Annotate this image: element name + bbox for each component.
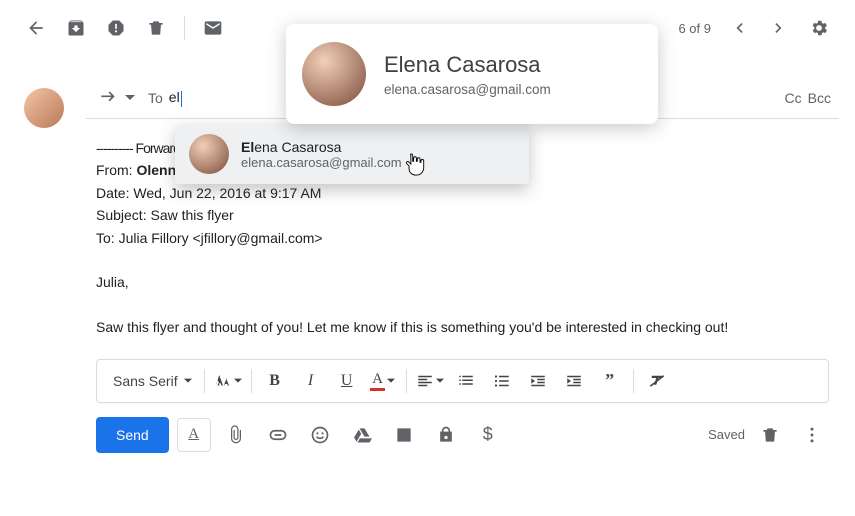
font-family-dropdown[interactable]: Sans Serif [103, 364, 198, 398]
bottom-row: Send A $ Saved [86, 403, 839, 463]
date-line: Date: Wed, Jun 22, 2016 at 9:17 AM [96, 182, 829, 204]
popover-name: Elena Casarosa [384, 52, 551, 78]
popover-avatar [302, 42, 366, 106]
underline-button[interactable]: U [330, 364, 364, 398]
archive-button[interactable] [56, 8, 96, 48]
discard-button[interactable] [753, 418, 787, 452]
popover-email: elena.casarosa@gmail.com [384, 82, 551, 97]
quote-button[interactable]: ” [593, 364, 627, 398]
original-to-line: To: Julia Fillory <jfillory@gmail.com> [96, 227, 829, 249]
separator [184, 16, 185, 40]
unordered-list-button[interactable] [485, 364, 519, 398]
back-button[interactable] [16, 8, 56, 48]
suggestion-name: Elena Casarosa [241, 139, 402, 155]
sender-avatar [24, 88, 64, 128]
message-counter: 6 of 9 [678, 21, 711, 36]
drive-button[interactable] [345, 418, 379, 452]
send-button[interactable]: Send [96, 417, 169, 453]
format-toolbar: Sans Serif B I U A ” [96, 359, 829, 403]
mark-unread-button[interactable] [193, 8, 233, 48]
font-size-button[interactable] [211, 364, 245, 398]
ordered-list-button[interactable] [449, 364, 483, 398]
delete-button[interactable] [136, 8, 176, 48]
suggestion-avatar [189, 134, 229, 174]
body-paragraph: Saw this flyer and thought of you! Let m… [96, 316, 829, 338]
bcc-link[interactable]: Bcc [808, 90, 831, 106]
newer-button[interactable] [759, 8, 799, 48]
to-input-value: el [169, 89, 180, 105]
indent-less-button[interactable] [521, 364, 555, 398]
reply-type-dropdown[interactable] [122, 93, 138, 103]
contact-popover: Elena Casarosa elena.casarosa@gmail.com [286, 24, 658, 124]
italic-button[interactable]: I [294, 364, 328, 398]
body-greeting: Julia, [96, 271, 829, 293]
saved-label: Saved [708, 427, 745, 442]
to-label: To [148, 90, 163, 106]
cc-link[interactable]: Cc [785, 90, 802, 106]
text-caret [181, 91, 182, 107]
link-button[interactable] [261, 418, 295, 452]
older-button[interactable] [719, 8, 759, 48]
align-button[interactable] [413, 364, 447, 398]
money-button[interactable]: $ [471, 418, 505, 452]
more-options-button[interactable] [795, 418, 829, 452]
contact-suggestion-item[interactable]: Elena Casarosa elena.casarosa@gmail.com [175, 124, 529, 184]
spam-button[interactable] [96, 8, 136, 48]
bold-button[interactable]: B [258, 364, 292, 398]
text-color-button[interactable]: A [366, 364, 400, 398]
remove-format-button[interactable] [640, 364, 674, 398]
emoji-button[interactable] [303, 418, 337, 452]
insert-image-button[interactable] [387, 418, 421, 452]
settings-button[interactable] [799, 8, 839, 48]
indent-more-button[interactable] [557, 364, 591, 398]
suggestion-email: elena.casarosa@gmail.com [241, 155, 402, 170]
toggle-format-button[interactable]: A [177, 418, 211, 452]
confidential-button[interactable] [429, 418, 463, 452]
attach-button[interactable] [219, 418, 253, 452]
contact-suggestion-dropdown: Elena Casarosa elena.casarosa@gmail.com [175, 124, 529, 184]
reply-type-icon[interactable] [94, 88, 122, 108]
subject-line: Subject: Saw this flyer [96, 204, 829, 226]
